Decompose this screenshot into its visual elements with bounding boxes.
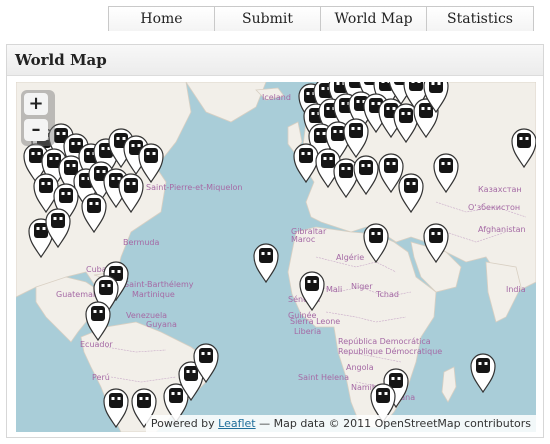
place-label: Liberia — [294, 327, 321, 336]
map-canvas: Iceland Bermuda Saint-Pierre-et-Miquelon… — [16, 82, 536, 432]
place-label: Saint-Barthélemy — [124, 279, 194, 289]
place-label: Algérie — [336, 252, 364, 262]
world-map-panel: World Map Iceland Bermuda Saint-Pierre-e… — [6, 44, 544, 438]
place-label: Saint-Pierre-et-Miquelon — [146, 183, 243, 192]
tab-submit[interactable]: Submit — [214, 6, 320, 31]
place-label: Guyana — [146, 320, 177, 329]
tab-home[interactable]: Home — [108, 6, 214, 31]
main-nav: Home Submit World Map Statistics — [108, 6, 535, 31]
world-map[interactable]: Iceland Bermuda Saint-Pierre-et-Miquelon… — [16, 82, 536, 432]
panel-title: World Map — [7, 45, 543, 76]
place-label: Venezuela — [126, 311, 167, 320]
place-label: Mali — [326, 285, 342, 294]
map-marker[interactable] — [470, 353, 496, 393]
place-label: Martinique — [132, 290, 175, 299]
place-label: Iceland — [262, 93, 291, 102]
place-label: Maroc — [291, 235, 315, 244]
place-label: Ecuador — [80, 340, 113, 349]
tab-statistics[interactable]: Statistics — [426, 6, 534, 31]
attribution-suffix: — Map data © 2011 OpenStreetMap contribu… — [255, 417, 531, 430]
place-label: Afghanistan — [478, 225, 526, 234]
place-label: India — [506, 285, 526, 294]
place-label: Angola — [346, 363, 374, 372]
place-label: Perú — [92, 373, 110, 382]
place-label: Bermuda — [123, 238, 160, 247]
attribution-prefix: Powered by — [150, 417, 219, 430]
place-label: Republique Démocratique — [338, 346, 442, 356]
zoom-in-button[interactable]: + — [24, 93, 48, 115]
tab-world-map[interactable]: World Map — [320, 6, 426, 31]
place-label: Saint Helena — [298, 373, 349, 382]
place-label: Guatemala — [56, 290, 100, 299]
leaflet-link[interactable]: Leaflet — [218, 417, 255, 430]
place-label: Tchad — [375, 290, 399, 299]
map-marker[interactable] — [253, 243, 279, 283]
place-label: República Democrática — [338, 337, 431, 346]
zoom-out-button[interactable]: – — [24, 119, 48, 141]
place-label: Казахстан — [478, 185, 522, 194]
place-label: Sierra Leone — [290, 317, 340, 326]
place-label: Niger — [351, 282, 373, 291]
map-attribution: Powered by Leaflet — Map data © 2011 Ope… — [145, 415, 536, 432]
place-label: Оʻзбекистон — [468, 203, 520, 212]
zoom-control: + – — [21, 90, 55, 146]
